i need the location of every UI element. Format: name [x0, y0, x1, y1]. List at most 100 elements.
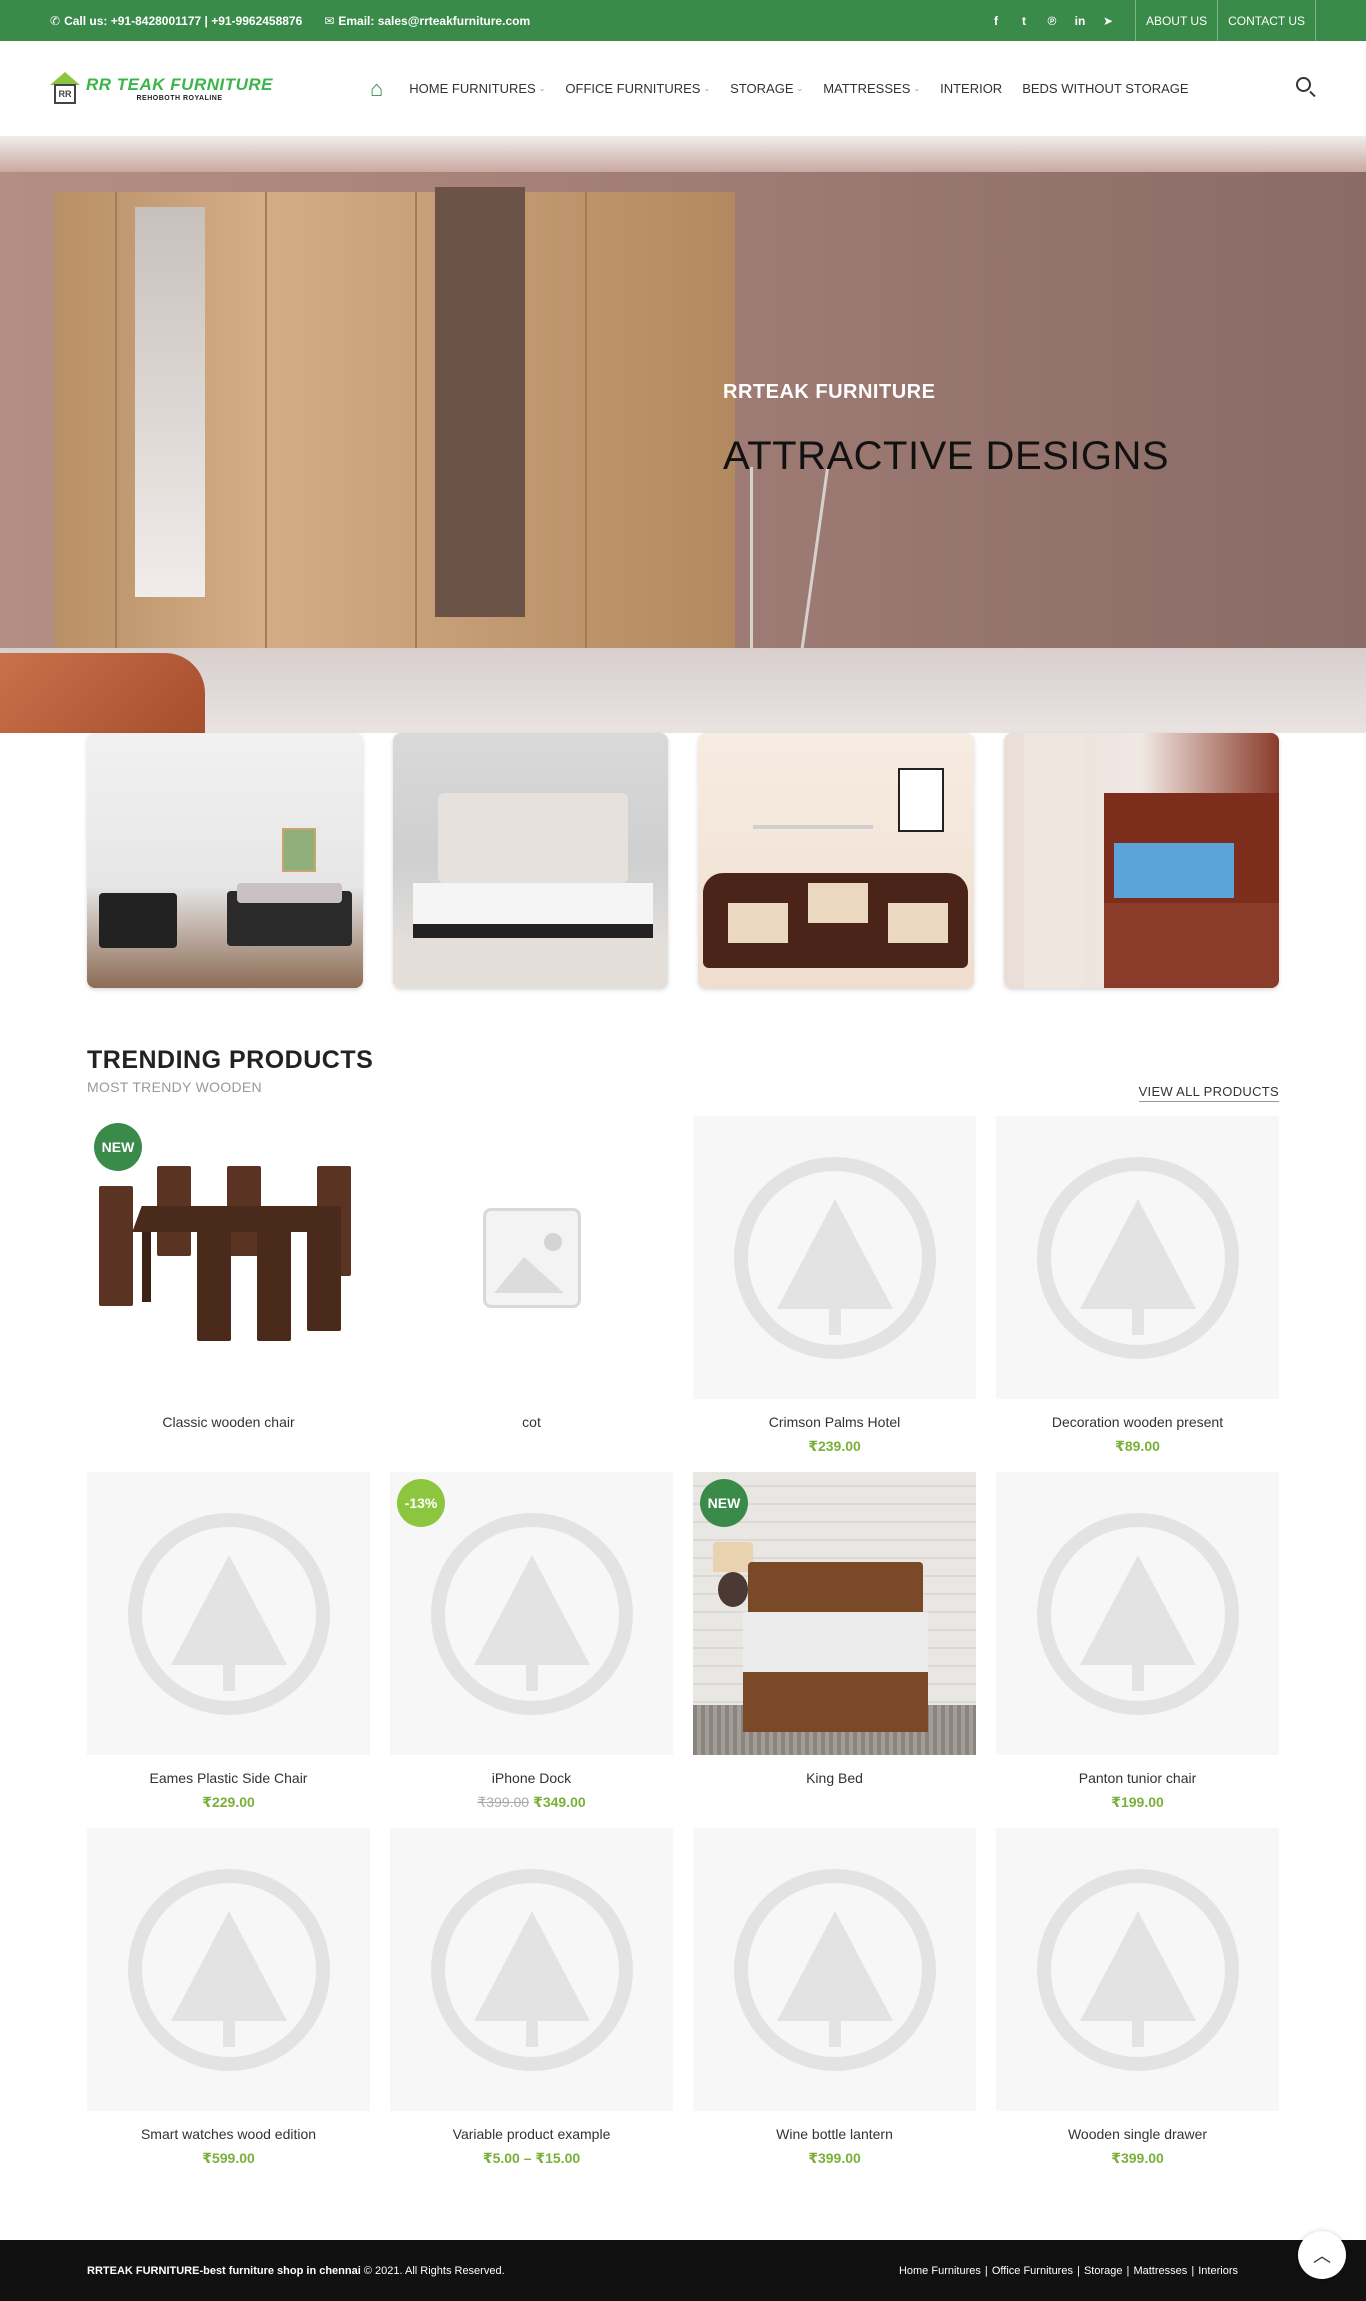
facebook-icon[interactable]: f — [989, 14, 1003, 28]
product-image[interactable] — [390, 1828, 673, 2111]
product-image[interactable] — [996, 1116, 1279, 1399]
product-card[interactable]: Wooden single drawer ₹399.00 — [996, 1828, 1279, 2172]
tree-placeholder-icon — [127, 1868, 330, 2071]
email-text[interactable]: Email: sales@rrteakfurniture.com — [338, 14, 530, 28]
logo-title: RR TEAK FURNITURE — [86, 75, 273, 94]
product-name[interactable]: Variable product example — [390, 2126, 673, 2142]
contact-us-link[interactable]: CONTACT US — [1217, 0, 1316, 41]
product-image[interactable]: NEW — [87, 1116, 370, 1399]
tree-placeholder-icon — [733, 1868, 936, 2071]
product-image[interactable]: -13% — [390, 1472, 673, 1755]
product-name[interactable]: King Bed — [693, 1770, 976, 1786]
home-icon[interactable]: ⌂ — [370, 76, 383, 102]
product-name[interactable]: Wine bottle lantern — [693, 2126, 976, 2142]
product-name[interactable]: iPhone Dock — [390, 1770, 673, 1786]
chevron-down-icon: ⌄ — [913, 84, 921, 93]
linkedin-icon[interactable]: in — [1073, 14, 1087, 28]
product-image[interactable] — [693, 1116, 976, 1399]
product-card[interactable]: NEW King Bed — [693, 1472, 976, 1816]
product-price: ₹399.00 — [808, 2150, 861, 2166]
hero-title: ATTRACTIVE DESIGNS — [723, 434, 1170, 478]
category-tile-sofa[interactable] — [87, 733, 363, 988]
product-price: ₹239.00 — [808, 1438, 861, 1454]
sale-badge: -13% — [397, 1479, 445, 1527]
tree-placeholder-icon — [127, 1512, 330, 1715]
footer-link-office-furnitures[interactable]: Office Furnitures — [992, 2265, 1073, 2277]
product-card[interactable]: Variable product example ₹5.00 – ₹15.00 — [390, 1828, 673, 2172]
product-image[interactable] — [996, 1472, 1279, 1755]
product-image[interactable] — [390, 1116, 673, 1399]
social-links: f t ℗ in ➤ — [989, 14, 1115, 28]
tree-placeholder-icon — [1036, 1868, 1239, 2071]
site-logo[interactable]: RR RR TEAK FURNITURE REHOBOTH ROYALINE — [50, 71, 370, 106]
nav-office-furnitures[interactable]: OFFICE FURNITURES ⌄ — [565, 81, 710, 96]
product-card[interactable]: Panton tunior chair ₹199.00 — [996, 1472, 1279, 1816]
product-name[interactable]: Classic wooden chair — [87, 1414, 370, 1430]
category-tiles — [0, 733, 1366, 988]
footer-link-home-furnitures[interactable]: Home Furnitures — [899, 2265, 981, 2277]
product-card[interactable]: cot — [390, 1116, 673, 1460]
copyright-brand: RRTEAK FURNITURE-best furniture shop in … — [87, 2264, 361, 2277]
scroll-to-top-button[interactable]: ︿ — [1298, 2231, 1346, 2279]
twitter-icon[interactable]: t — [1017, 14, 1031, 28]
product-card[interactable]: Crimson Palms Hotel ₹239.00 — [693, 1116, 976, 1460]
about-us-link[interactable]: ABOUT US — [1134, 0, 1217, 41]
logo-tagline: REHOBOTH ROYALINE — [136, 95, 223, 102]
tree-placeholder-icon — [733, 1156, 936, 1359]
product-price: ₹89.00 — [1115, 1438, 1160, 1454]
product-card[interactable]: Wine bottle lantern ₹399.00 — [693, 1828, 976, 2172]
nav-mattresses[interactable]: MATTRESSES ⌄ — [823, 81, 920, 96]
product-image[interactable] — [87, 1472, 370, 1755]
category-tile-sofa-cover[interactable] — [698, 733, 974, 988]
nav-storage[interactable]: STORAGE ⌄ — [730, 81, 803, 96]
product-name[interactable]: Decoration wooden present — [996, 1414, 1279, 1430]
product-card[interactable]: Decoration wooden present ₹89.00 — [996, 1116, 1279, 1460]
envelope-icon: ✉ — [324, 13, 335, 28]
product-name[interactable]: Smart watches wood edition — [87, 2126, 370, 2142]
product-image[interactable] — [87, 1828, 370, 2111]
product-card[interactable]: Smart watches wood edition ₹599.00 — [87, 1828, 370, 2172]
tree-placeholder-icon — [430, 1868, 633, 2071]
top-bar: ✆ Call us: +91-8428001177 | +91-996245887… — [0, 0, 1366, 41]
category-tile-kitchen[interactable] — [1003, 733, 1279, 988]
copyright: RRTEAK FURNITURE-best furniture shop in … — [87, 2265, 505, 2277]
search-icon[interactable] — [1296, 77, 1316, 98]
view-all-products-link[interactable]: VIEW ALL PRODUCTS — [1138, 1084, 1279, 1102]
phone-text: Call us: +91-8428001177 | +91-9962458876 — [64, 13, 303, 28]
product-price: ₹199.00 — [1111, 1794, 1164, 1810]
telegram-icon[interactable]: ➤ — [1101, 14, 1115, 28]
tree-placeholder-icon — [1036, 1512, 1239, 1715]
product-grid: NEW Classic wooden chair cot Crimson Pal… — [0, 1116, 1366, 2172]
footer-link-mattresses[interactable]: Mattresses — [1133, 2265, 1187, 2277]
product-card[interactable]: NEW Classic wooden chair — [87, 1116, 370, 1460]
product-name[interactable]: Eames Plastic Side Chair — [87, 1770, 370, 1786]
product-name[interactable]: Panton tunior chair — [996, 1770, 1279, 1786]
new-badge: NEW — [94, 1123, 142, 1171]
nav-interior[interactable]: INTERIOR — [940, 81, 1002, 96]
product-name[interactable]: Crimson Palms Hotel — [693, 1414, 976, 1430]
nav-beds-without-storage[interactable]: BEDS WITHOUT STORAGE — [1022, 81, 1188, 96]
email-info[interactable]: ✉ Email: sales@rrteakfurniture.com — [324, 14, 530, 28]
product-card[interactable]: -13% iPhone Dock ₹399.00 ₹349.00 — [390, 1472, 673, 1816]
product-price: ₹399.00 — [1111, 2150, 1164, 2166]
category-tile-mattress[interactable] — [392, 733, 668, 988]
footer-link-storage[interactable]: Storage — [1084, 2265, 1123, 2277]
product-image[interactable] — [996, 1828, 1279, 2111]
nav-home-furnitures[interactable]: HOME FURNITURES ⌄ — [409, 81, 545, 96]
old-price: ₹399.00 — [477, 1794, 530, 1810]
product-price: ₹399.00 ₹349.00 — [390, 1794, 673, 1811]
chevron-down-icon: ⌄ — [538, 84, 546, 93]
hero-text: RRTEAK FURNITURE ATTRACTIVE DESIGNS — [723, 381, 1169, 479]
product-image[interactable]: NEW — [693, 1472, 976, 1755]
product-name[interactable]: cot — [390, 1414, 673, 1430]
logo-mark-icon: RR — [50, 71, 80, 106]
tree-placeholder-icon — [430, 1512, 633, 1715]
pinterest-icon[interactable]: ℗ — [1045, 14, 1059, 28]
footer-link-interiors[interactable]: Interiors — [1198, 2265, 1238, 2277]
chevron-down-icon: ⌄ — [703, 84, 711, 93]
product-name[interactable]: Wooden single drawer — [996, 2126, 1279, 2142]
site-footer: RRTEAK FURNITURE-best furniture shop in … — [0, 2240, 1366, 2301]
product-card[interactable]: Eames Plastic Side Chair ₹229.00 — [87, 1472, 370, 1816]
product-image[interactable] — [693, 1828, 976, 2111]
trending-header: TRENDING PRODUCTS MOST TRENDY WOODEN VIE… — [0, 1046, 1366, 1106]
